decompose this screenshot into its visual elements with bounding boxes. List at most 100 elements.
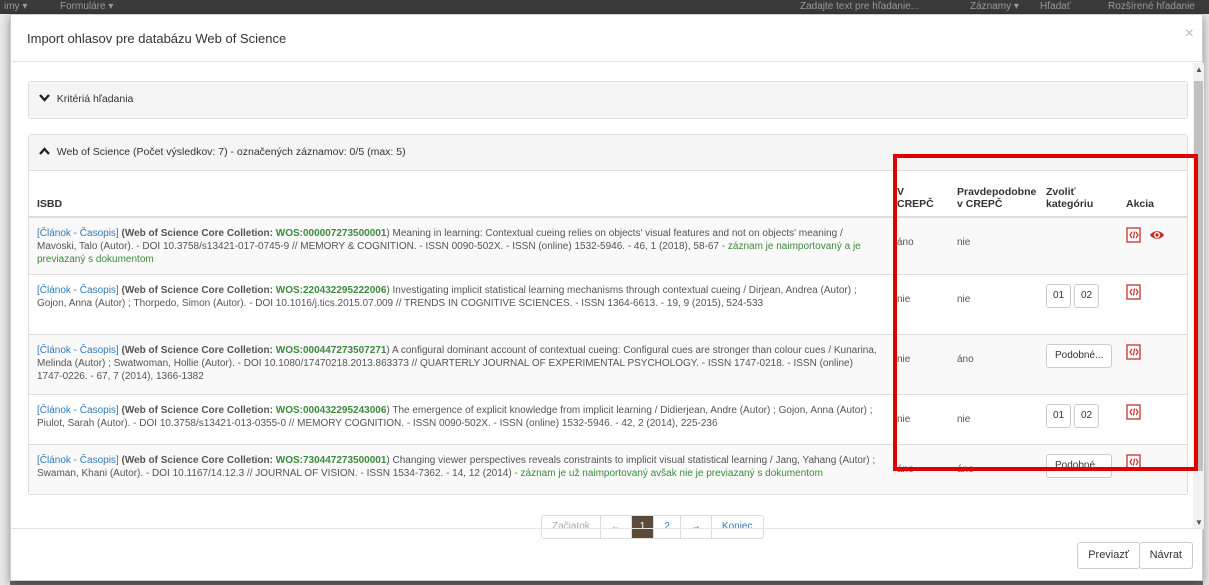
criteria-panel-title: Kritériá hľadania: [56, 93, 134, 105]
category-02-button[interactable]: 02: [1074, 283, 1099, 308]
column-header-category-line2: kategóriu: [1046, 198, 1094, 210]
record-type-link[interactable]: [Článok - Časopis]: [37, 285, 119, 296]
wos-id: WOS:000432295243006: [275, 404, 387, 416]
probably-value: nie: [949, 393, 1038, 444]
xml-icon[interactable]: [1126, 343, 1142, 364]
isbd-cell: [Článok - Časopis] (Web of Science Core …: [29, 443, 889, 494]
in-crepc-value: áno: [889, 216, 949, 274]
probably-value: nie: [949, 216, 1038, 274]
criteria-panel-heading[interactable]: Kritériá hľadania: [29, 82, 1187, 118]
similar-button[interactable]: Podobné...: [1046, 343, 1113, 368]
in-crepc-value: nie: [889, 393, 949, 444]
probably-text: áno: [957, 463, 974, 475]
modal-scrollbar[interactable]: ▲ ▼: [1193, 63, 1204, 529]
probably-text: nie: [957, 413, 971, 425]
xml-icon[interactable]: [1126, 403, 1142, 424]
action-cell: [1118, 216, 1187, 274]
in-crepc-text: nie: [897, 293, 911, 305]
category-cell: Podobné...: [1038, 443, 1118, 494]
in-crepc-text: áno: [897, 463, 914, 475]
in-crepc-value: nie: [889, 333, 949, 394]
column-header-category-line1: Zvoliť: [1046, 186, 1076, 198]
probably-text: nie: [957, 293, 971, 305]
chevron-up-icon: [39, 147, 53, 158]
isbd-cell: [Článok - Časopis] (Web of Science Core …: [29, 273, 889, 334]
column-header-isbd: ISBD: [29, 171, 889, 218]
bg-search-input: Zadajte text pre hľadanie...: [800, 1, 920, 12]
category-01-button[interactable]: 01: [1046, 403, 1071, 428]
in-crepc-text: áno: [897, 237, 914, 248]
xml-icon[interactable]: [1126, 283, 1142, 304]
column-header-probably-line2: v CREPČ: [957, 198, 1003, 210]
transfer-button[interactable]: Previazť: [1077, 542, 1140, 569]
table-row: [Článok - Časopis] (Web of Science Core …: [29, 443, 1187, 494]
probably-text: nie: [957, 237, 971, 248]
modal-body: Kritériá hľadania Web of Science (Počet …: [11, 63, 1204, 529]
table-row: [Článok - Časopis] (Web of Science Core …: [29, 333, 1187, 394]
back-button[interactable]: Návrat: [1138, 542, 1193, 569]
results-panel-title: Web of Science (Počet výsledkov: 7) - oz…: [56, 146, 406, 158]
bg-advanced-search: Rozšírené hľadanie: [1108, 1, 1195, 12]
action-cell: [1118, 273, 1187, 334]
results-table: ISBD V CREPČ Pravdepodobne v CREPČ Zvoli…: [29, 171, 1187, 494]
eye-icon[interactable]: [1149, 227, 1165, 247]
in-crepc-text: nie: [897, 413, 911, 425]
chevron-down-icon: [39, 94, 53, 105]
criteria-panel: Kritériá hľadania: [28, 81, 1188, 119]
wos-id: WOS:220432295222006: [275, 284, 387, 296]
column-header-probably-line1: Pravdepodobne: [957, 186, 1037, 198]
record-source: (Web of Science Core Colletion:: [121, 404, 273, 416]
bg-menu-item: imy ▾: [4, 1, 28, 12]
modal-title: Import ohlasov pre databázu Web of Scien…: [27, 31, 287, 46]
probably-value: áno: [949, 333, 1038, 394]
close-icon[interactable]: ×: [1185, 25, 1194, 43]
action-cell: [1118, 393, 1187, 444]
probably-value: áno: [949, 443, 1038, 494]
record-type-link[interactable]: [Článok - Časopis]: [37, 228, 119, 239]
bg-menu-item: Záznamy ▾: [970, 1, 1019, 12]
in-crepc-text: nie: [897, 353, 911, 365]
background-top-bar: imy ▾ Formuláre ▾ Zadajte text pre hľada…: [0, 0, 1209, 14]
similar-button[interactable]: Podobné...: [1046, 453, 1113, 478]
record-source: (Web of Science Core Colletion:: [121, 228, 273, 239]
modal-header: Import ohlasov pre databázu Web of Scien…: [11, 15, 1202, 62]
column-header-in-crepc: V CREPČ: [889, 171, 949, 218]
column-header-action: Akcia: [1118, 171, 1187, 218]
bg-menu-item: Formuláre ▾: [60, 1, 114, 12]
category-cell: 01 02: [1038, 393, 1118, 444]
scroll-up-icon[interactable]: ▲: [1195, 65, 1203, 74]
wos-id: WOS:730447273500001: [275, 454, 387, 466]
action-cell: [1118, 443, 1187, 494]
in-crepc-value: áno: [889, 443, 949, 494]
table-row: [Článok - Časopis] (Web of Science Core …: [29, 393, 1187, 444]
probably-value: nie: [949, 273, 1038, 334]
modal-footer: Previazť Návrat: [11, 528, 1202, 580]
import-modal: Import ohlasov pre databázu Web of Scien…: [10, 14, 1204, 581]
category-cell: [1038, 216, 1118, 274]
table-row: [Článok - Časopis] (Web of Science Core …: [29, 216, 1187, 274]
results-panel-heading[interactable]: Web of Science (Počet výsledkov: 7) - oz…: [29, 135, 1187, 171]
scroll-down-icon[interactable]: ▼: [1195, 518, 1203, 527]
isbd-cell: [Článok - Časopis] (Web of Science Core …: [29, 333, 889, 394]
in-crepc-value: nie: [889, 273, 949, 334]
record-type-link[interactable]: [Článok - Časopis]: [37, 455, 119, 466]
category-cell: Podobné...: [1038, 333, 1118, 394]
category-cell: 01 02: [1038, 273, 1118, 334]
bg-search-button: Hľadať: [1040, 1, 1071, 12]
wos-id: WOS:000007273500001: [275, 228, 387, 239]
record-type-link[interactable]: [Článok - Časopis]: [37, 405, 119, 416]
record-source: (Web of Science Core Colletion:: [121, 344, 273, 356]
category-01-button[interactable]: 01: [1046, 283, 1071, 308]
column-header-probably: Pravdepodobne v CREPČ: [949, 171, 1038, 218]
xml-icon[interactable]: [1126, 453, 1142, 474]
category-02-button[interactable]: 02: [1074, 403, 1099, 428]
column-header-category: Zvoliť kategóriu: [1038, 171, 1118, 218]
background-left-strip: [0, 14, 10, 585]
record-type-link[interactable]: [Článok - Časopis]: [37, 345, 119, 356]
record-source: (Web of Science Core Colletion:: [121, 284, 273, 296]
xml-icon[interactable]: [1126, 227, 1142, 247]
isbd-cell: [Článok - Časopis] (Web of Science Core …: [29, 216, 889, 274]
results-panel: Web of Science (Počet výsledkov: 7) - oz…: [28, 134, 1188, 495]
isbd-cell: [Článok - Časopis] (Web of Science Core …: [29, 393, 889, 444]
scrollbar-thumb[interactable]: [1194, 81, 1203, 471]
